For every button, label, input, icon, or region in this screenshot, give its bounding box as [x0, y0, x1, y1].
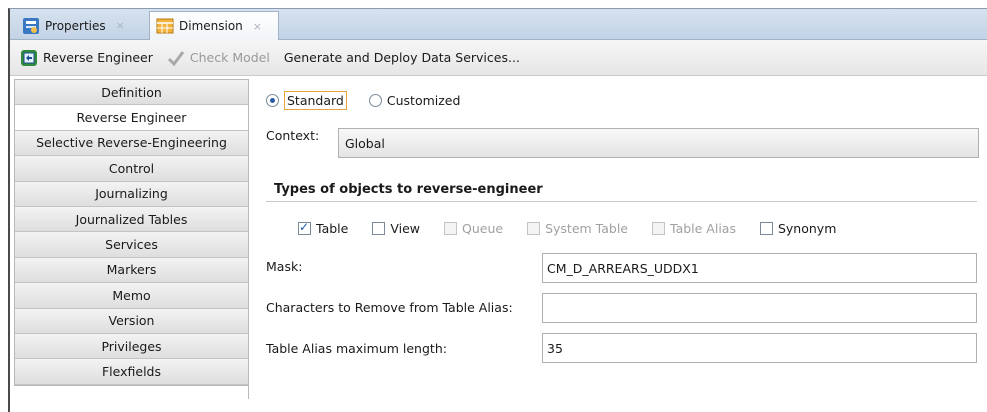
mask-value: CM_D_ARREARS_UDDX1: [547, 260, 699, 276]
mask-label: Mask:: [266, 259, 303, 274]
dimension-icon: [156, 18, 174, 34]
tab-label: Properties: [45, 18, 106, 33]
check-icon: [167, 50, 185, 66]
checkbox-label: Table Alias: [670, 221, 736, 236]
properties-icon: [23, 17, 39, 34]
system-table-checkbox[interactable]: System Table: [527, 221, 628, 236]
sidebar-item-definition[interactable]: Definition: [15, 80, 248, 106]
sidebar-item-memo[interactable]: Memo: [15, 283, 248, 309]
table-alias-checkbox[interactable]: Table Alias: [652, 221, 736, 236]
tab-bar: Properties × Dimension ×: [10, 9, 987, 40]
sidebar-item-journalizing[interactable]: Journalizing: [15, 181, 248, 207]
checkbox-label: Table: [316, 221, 349, 236]
checkbox-label: View: [390, 221, 420, 236]
alias-max-length-input[interactable]: 35: [542, 333, 977, 363]
alias-max-length-value: 35: [547, 340, 563, 356]
mask-input[interactable]: CM_D_ARREARS_UDDX1: [542, 253, 977, 283]
close-icon[interactable]: ×: [116, 19, 125, 32]
sidebar-item-services[interactable]: Services: [15, 232, 248, 258]
customized-radio[interactable]: [368, 94, 382, 107]
reverse-engineer-panel: Standard Customized Context: Global Type…: [250, 70, 979, 400]
chars-remove-label: Characters to Remove from Table Alias:: [266, 300, 513, 315]
sidebar-divider: [248, 79, 249, 399]
types-section-title: Types of objects to reverse-engineer: [274, 182, 543, 197]
section-divider: [266, 201, 977, 202]
object-types-group: Table View Queue System Table Table Alia…: [298, 220, 860, 236]
context-label: Context:: [266, 128, 320, 143]
check-model-label: Check Model: [189, 50, 270, 65]
reverse-engineer-icon: [21, 49, 37, 66]
checkbox-box[interactable]: [527, 222, 541, 235]
sidebar-item-markers[interactable]: Markers: [15, 257, 248, 284]
sidebar-item-selective-reverse-engineering[interactable]: Selective Reverse-Engineering: [15, 130, 248, 157]
checkbox-box[interactable]: [444, 222, 457, 235]
synonym-checkbox[interactable]: Synonym: [759, 221, 837, 236]
close-icon[interactable]: ×: [253, 20, 262, 33]
queue-checkbox[interactable]: Queue: [444, 221, 503, 236]
context-value: Global: [345, 135, 385, 151]
customized-radio-label[interactable]: Customized: [387, 93, 461, 108]
standard-radio-label[interactable]: Standard: [284, 91, 347, 110]
check-model-button[interactable]: Check Model: [167, 49, 270, 67]
checkbox-label: System Table: [545, 221, 628, 236]
alias-max-length-label: Table Alias maximum length:: [266, 341, 447, 356]
checkbox-label: Synonym: [777, 221, 837, 236]
checkbox-label: Queue: [462, 221, 504, 236]
sidebar-item-control[interactable]: Control: [15, 156, 248, 182]
checkbox-box[interactable]: [298, 220, 311, 235]
context-select[interactable]: Global: [338, 128, 979, 158]
sidebar-item-reverse-engineer[interactable]: Reverse Engineer: [15, 105, 248, 131]
generate-deploy-label: Generate and Deploy Data Services...: [283, 50, 520, 65]
tab-properties[interactable]: Properties ×: [16, 11, 148, 40]
mode-radio-group: Standard Customized: [266, 91, 460, 110]
checkbox-box[interactable]: [652, 222, 665, 235]
standard-radio[interactable]: [266, 94, 279, 107]
sidebar-item-version[interactable]: Version: [15, 308, 248, 334]
reverse-engineer-button[interactable]: Reverse Engineer: [20, 49, 153, 67]
sidebar-item-journalized-tables[interactable]: Journalized Tables: [15, 206, 248, 233]
tab-dimension[interactable]: Dimension ×: [149, 11, 279, 40]
tab-label: Dimension: [179, 19, 243, 33]
checkbox-box[interactable]: [372, 222, 386, 235]
sidebar: Definition Reverse Engineer Selective Re…: [14, 79, 248, 386]
reverse-engineer-label: Reverse Engineer: [43, 50, 153, 65]
sidebar-item-flexfields[interactable]: Flexfields: [15, 359, 248, 385]
table-checkbox[interactable]: Table: [298, 220, 349, 236]
view-checkbox[interactable]: View: [372, 221, 420, 236]
sidebar-item-privileges[interactable]: Privileges: [15, 333, 248, 360]
generate-deploy-button[interactable]: Generate and Deploy Data Services...: [284, 50, 520, 65]
checkbox-box[interactable]: [759, 222, 773, 235]
chars-remove-input[interactable]: [542, 293, 977, 323]
